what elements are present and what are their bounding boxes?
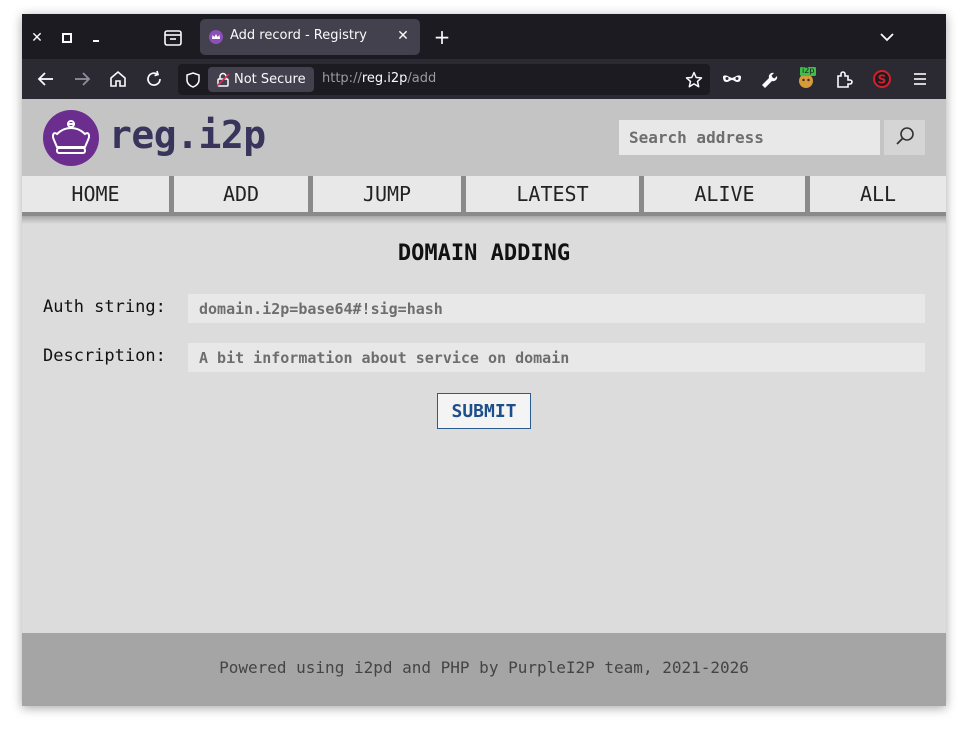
minimize-window-icon[interactable] [86,27,108,49]
crown-logo-icon[interactable] [43,110,99,166]
address-bar[interactable]: Not Secure http://reg.i2p/add [178,64,710,95]
search-icon [896,127,914,145]
i2p-badge-label: i2p [802,66,815,75]
tab-bar: ✕ Add record - Registry ✕ + [22,14,946,59]
svg-text:S: S [878,73,887,87]
i2p-extension-icon[interactable]: i2p [794,66,818,91]
submit-button[interactable]: SUBMIT [437,393,531,429]
site-footer: Powered using i2pd and PHP by PurpleI2P … [22,633,946,706]
site-brand[interactable]: reg.i2p [109,113,266,157]
page-content: reg.i2p HOME ADD JUMP LATEST ALIVE ALL D… [22,99,946,706]
back-arrow-icon[interactable] [34,67,58,91]
home-icon[interactable] [106,67,130,91]
chevron-down-icon[interactable] [876,26,898,48]
security-label: Not Secure [234,72,306,87]
insecure-lock-icon [215,71,231,88]
menu-item-home[interactable]: HOME [22,176,169,212]
menu-item-all[interactable]: ALL [810,176,946,212]
menu-shadow [22,216,946,224]
adblock-extension-icon[interactable]: S [870,67,894,91]
bookmark-star-icon[interactable] [684,70,704,90]
reload-icon[interactable] [142,67,166,91]
tab-add-record[interactable]: Add record - Registry ✕ [200,19,420,55]
menu-item-alive[interactable]: ALIVE [644,176,805,212]
form-title: DOMAIN ADDING [397,241,571,266]
url-host: reg.i2p [361,71,408,86]
maximize-window-icon[interactable] [56,27,78,49]
footer-text: Powered using i2pd and PHP by PurpleI2P … [219,658,749,677]
menu-item-latest[interactable]: LATEST [466,176,639,212]
crown-favicon-icon [208,29,224,45]
search-address-input[interactable] [619,120,880,155]
new-tab-icon[interactable]: + [431,26,453,48]
browser-window: ✕ Add record - Registry ✕ + Not Secure h… [22,14,946,706]
navigation-toolbar: Not Secure http://reg.i2p/add i2p S [22,59,946,99]
tab-title: Add record - Registry [230,28,368,43]
url-scheme: http:// [322,71,362,86]
auth-string-label: Auth string: [43,297,166,317]
extensions-puzzle-icon[interactable] [832,67,856,91]
private-mask-icon[interactable] [720,67,744,91]
close-window-icon[interactable]: ✕ [26,27,48,49]
url-path: /add [407,71,437,86]
security-indicator[interactable]: Not Secure [208,67,314,92]
tracking-shield-icon[interactable] [184,71,202,89]
description-input[interactable] [188,343,925,372]
description-label: Description: [43,346,166,366]
main-menu: HOME ADD JUMP LATEST ALIVE ALL [22,176,946,216]
firefox-view-icon[interactable] [161,26,185,50]
hamburger-menu-icon[interactable] [908,67,932,91]
wrench-icon[interactable] [756,67,780,91]
menu-item-jump[interactable]: JUMP [313,176,461,212]
url-text[interactable]: http://reg.i2p/add [322,71,436,86]
forward-arrow-icon[interactable] [70,67,94,91]
menu-item-add[interactable]: ADD [174,176,308,212]
search-button[interactable] [884,120,925,155]
close-tab-icon[interactable]: ✕ [394,27,412,45]
auth-string-input[interactable] [188,294,925,323]
site-header: reg.i2p [22,99,946,176]
